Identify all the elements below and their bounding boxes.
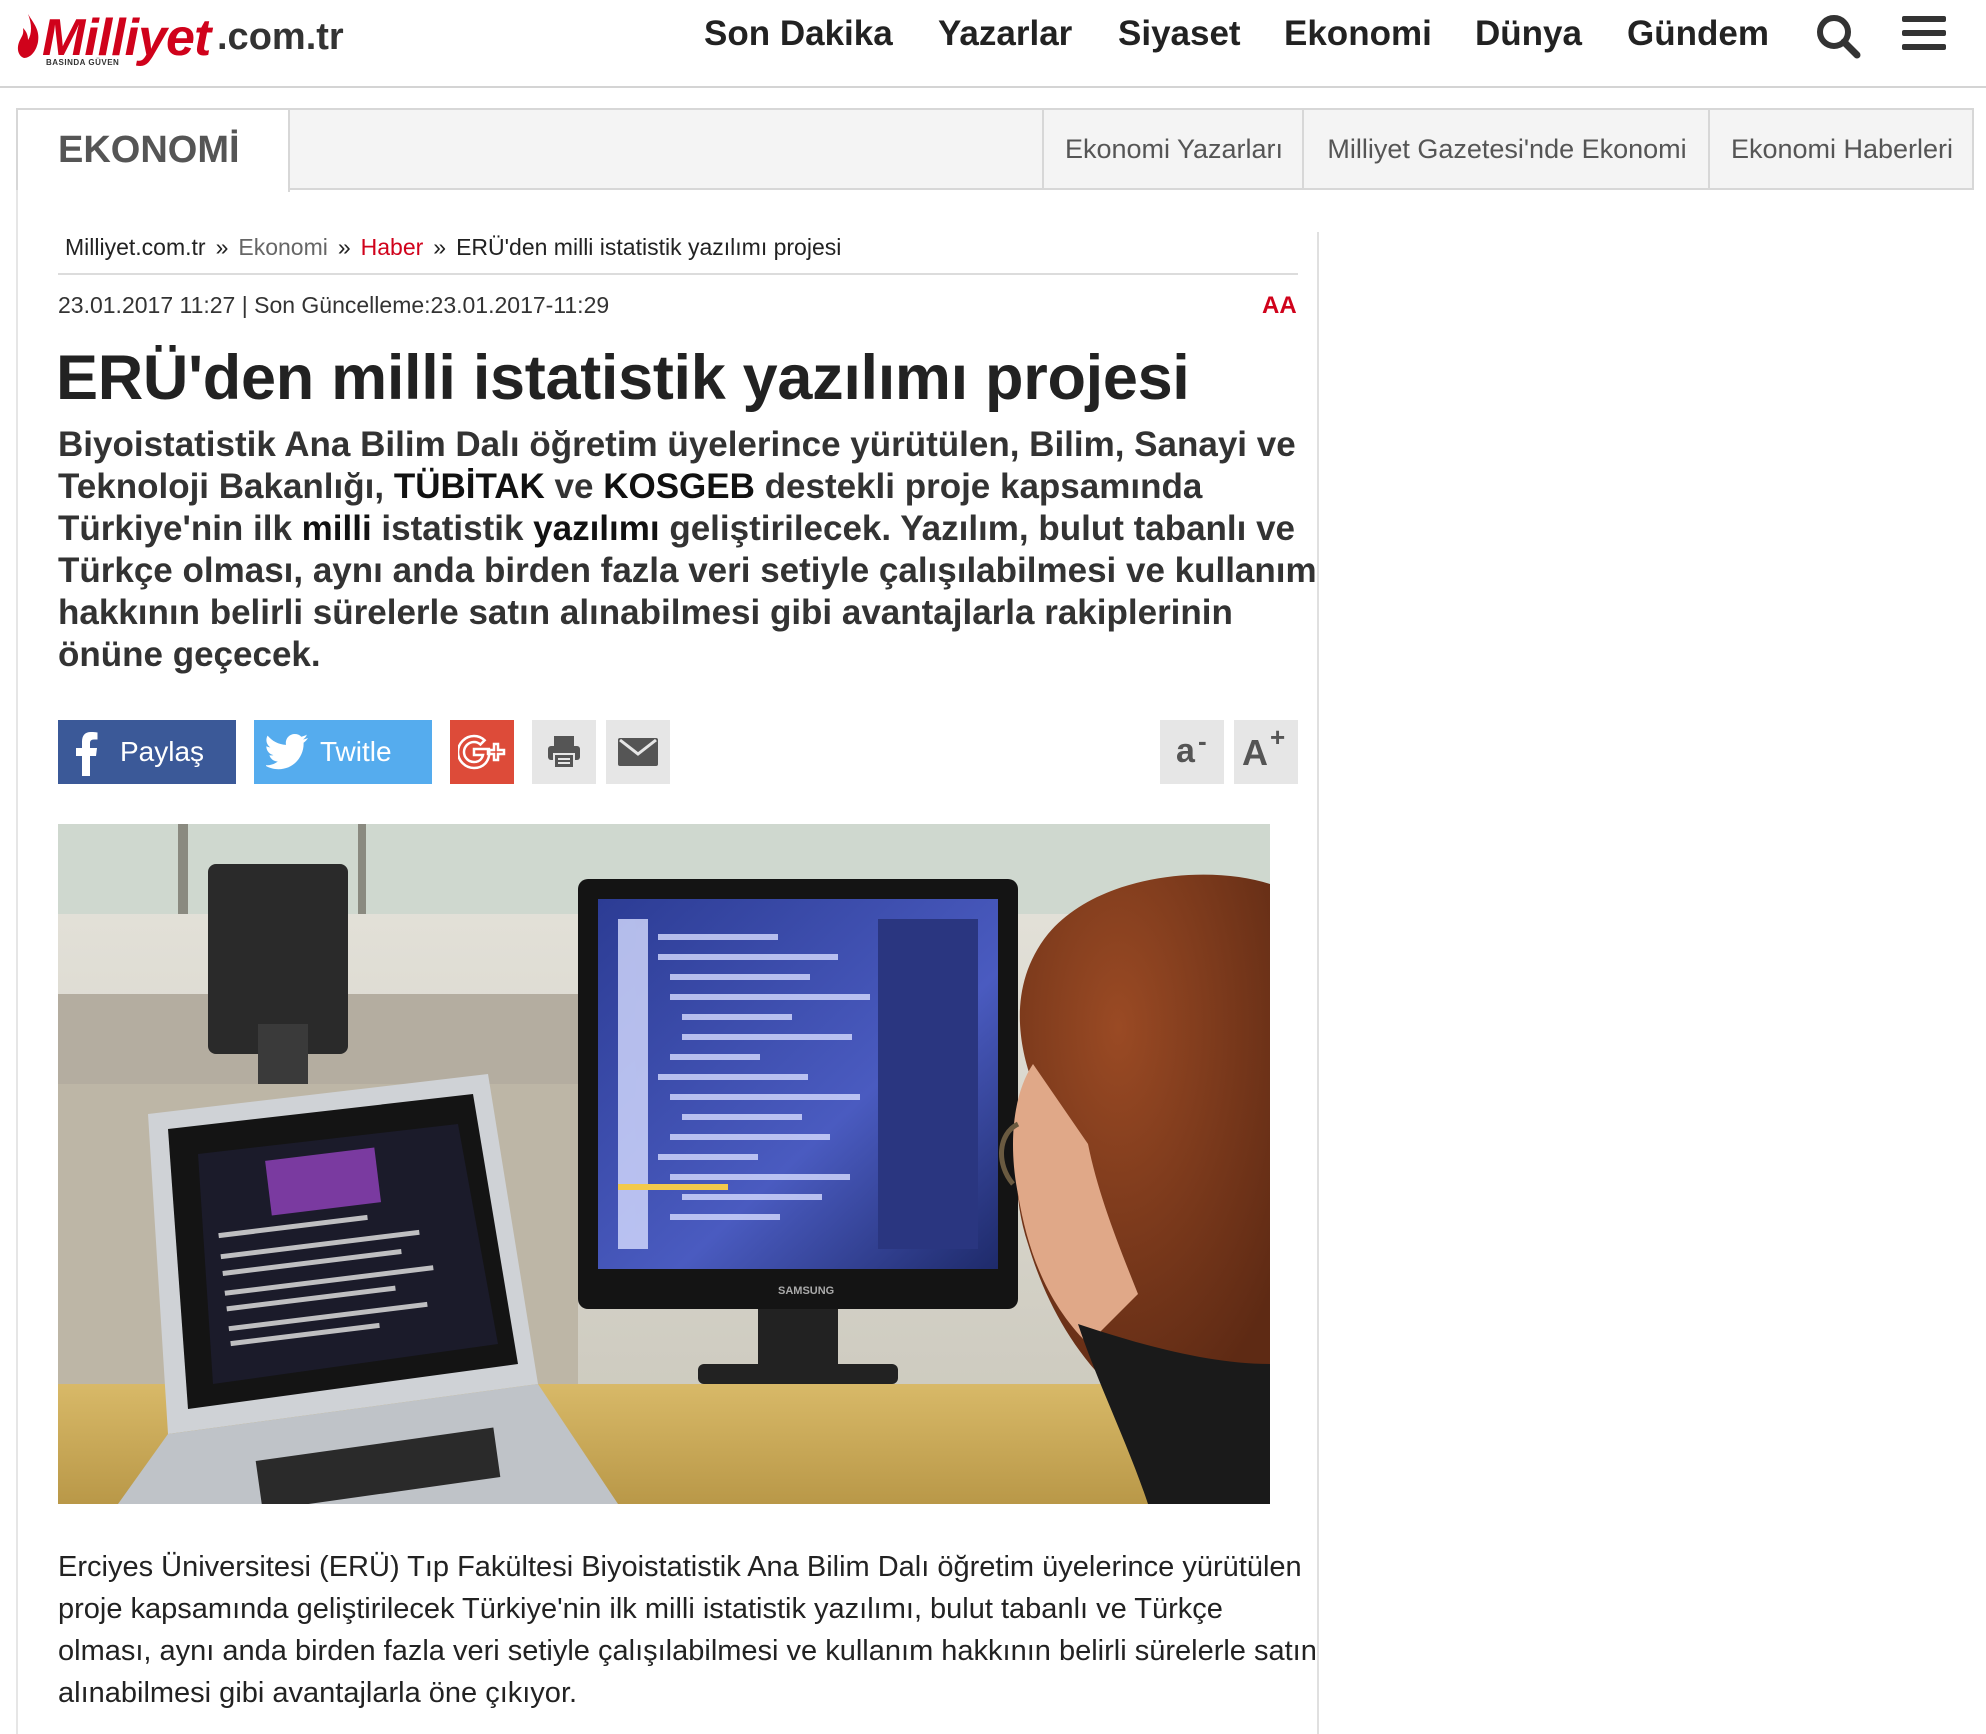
email-button[interactable]	[606, 720, 670, 784]
nav-yazarlar[interactable]: Yazarlar	[938, 14, 1072, 54]
facebook-share-label: Paylaş	[120, 736, 205, 767]
article-photo: SAMSUNG	[58, 824, 1270, 1504]
print-button[interactable]	[532, 720, 596, 784]
top-header: Milliyet .com.tr BASINDA GÜVEN Son Dakik…	[0, 0, 1986, 88]
article-meta: 23.01.2017 11:27 | Son Güncelleme:23.01.…	[58, 292, 610, 318]
breadcrumb-separator: »	[215, 234, 229, 260]
breadcrumb: Milliyet.com.tr » Ekonomi » Haber » ERÜ'den mi…	[65, 234, 841, 261]
flame-icon	[17, 14, 39, 58]
google-plus-icon	[458, 734, 506, 770]
facebook-icon	[76, 732, 98, 776]
plus-icon: +	[1270, 722, 1286, 752]
monitor-brand: SAMSUNG	[778, 1285, 834, 1297]
twitter-icon	[266, 734, 308, 770]
nav-gundem[interactable]: Gündem	[1627, 14, 1769, 54]
article-body: Erciyes Üniversitesi (ERÜ) Tıp Fakültesi…	[58, 1551, 1317, 1709]
subcat-ekonomi-yazarlari[interactable]: Ekonomi Yazarları	[1042, 110, 1304, 188]
search-icon[interactable]	[1814, 12, 1862, 65]
font-size-toggle[interactable]: AA	[1262, 292, 1297, 320]
keyword-tubitak[interactable]: TÜBİTAK	[394, 467, 545, 506]
font-increase-label: A	[1242, 732, 1268, 773]
breadcrumb-separator: »	[337, 234, 351, 260]
category-bar: EKONOMİ Ekonomi Yazarları Milliyet Gazet…	[16, 108, 1974, 192]
milliyet-logo[interactable]: Milliyet .com.tr BASINDA GÜVEN	[14, 8, 344, 74]
keyword-yazilimi[interactable]: yazılımı	[533, 509, 659, 548]
font-increase-button[interactable]: A +	[1234, 720, 1298, 784]
nav-siyaset[interactable]: Siyaset	[1118, 14, 1241, 54]
subcat-milliyet-gazetesinde-ekonomi[interactable]: Milliyet Gazetesi'nde Ekonomi	[1302, 110, 1710, 188]
category-title-label: EKONOMİ	[58, 129, 240, 171]
breadcrumb-current: ERÜ'den milli istatistik yazılımı projes…	[456, 234, 842, 260]
nav-son-dakika[interactable]: Son Dakika	[704, 14, 893, 54]
breadcrumb-ekonomi[interactable]: Ekonomi	[238, 234, 327, 260]
google-plus-button[interactable]	[450, 720, 514, 784]
facebook-share-button[interactable]: Paylaş	[58, 720, 236, 784]
minus-icon: -	[1198, 726, 1207, 756]
breadcrumb-home[interactable]: Milliyet.com.tr	[65, 234, 206, 260]
keyword-kosgeb[interactable]: KOSGEB	[603, 467, 755, 506]
font-decrease-label: a	[1176, 732, 1195, 770]
logo-motto: BASINDA GÜVEN	[46, 58, 120, 67]
article-headline: ERÜ'den milli istatistik yazılımı projes…	[56, 343, 1190, 413]
breadcrumb-haber[interactable]: Haber	[361, 234, 424, 260]
twitter-share-button[interactable]: Twitle	[254, 720, 432, 784]
menu-icon[interactable]	[1902, 12, 1946, 61]
category-title[interactable]: EKONOMİ	[16, 108, 290, 192]
left-divider	[16, 190, 18, 1734]
nav-dunya[interactable]: Dünya	[1475, 14, 1582, 54]
breadcrumb-separator: »	[433, 234, 447, 260]
print-icon	[548, 736, 580, 769]
nav-ekonomi[interactable]: Ekonomi	[1284, 14, 1432, 54]
breadcrumb-divider	[58, 273, 1298, 275]
twitter-share-label: Twitle	[320, 736, 392, 767]
keyword-milli[interactable]: milli	[302, 509, 372, 548]
logo-tld: .com.tr	[217, 16, 344, 58]
font-decrease-button[interactable]: a -	[1160, 720, 1224, 784]
subcat-ekonomi-haberleri[interactable]: Ekonomi Haberleri	[1708, 110, 1974, 188]
article-summary: Biyoistatistik Ana Bilim Dalı öğretim üy…	[58, 425, 1317, 674]
mail-icon	[618, 738, 658, 766]
